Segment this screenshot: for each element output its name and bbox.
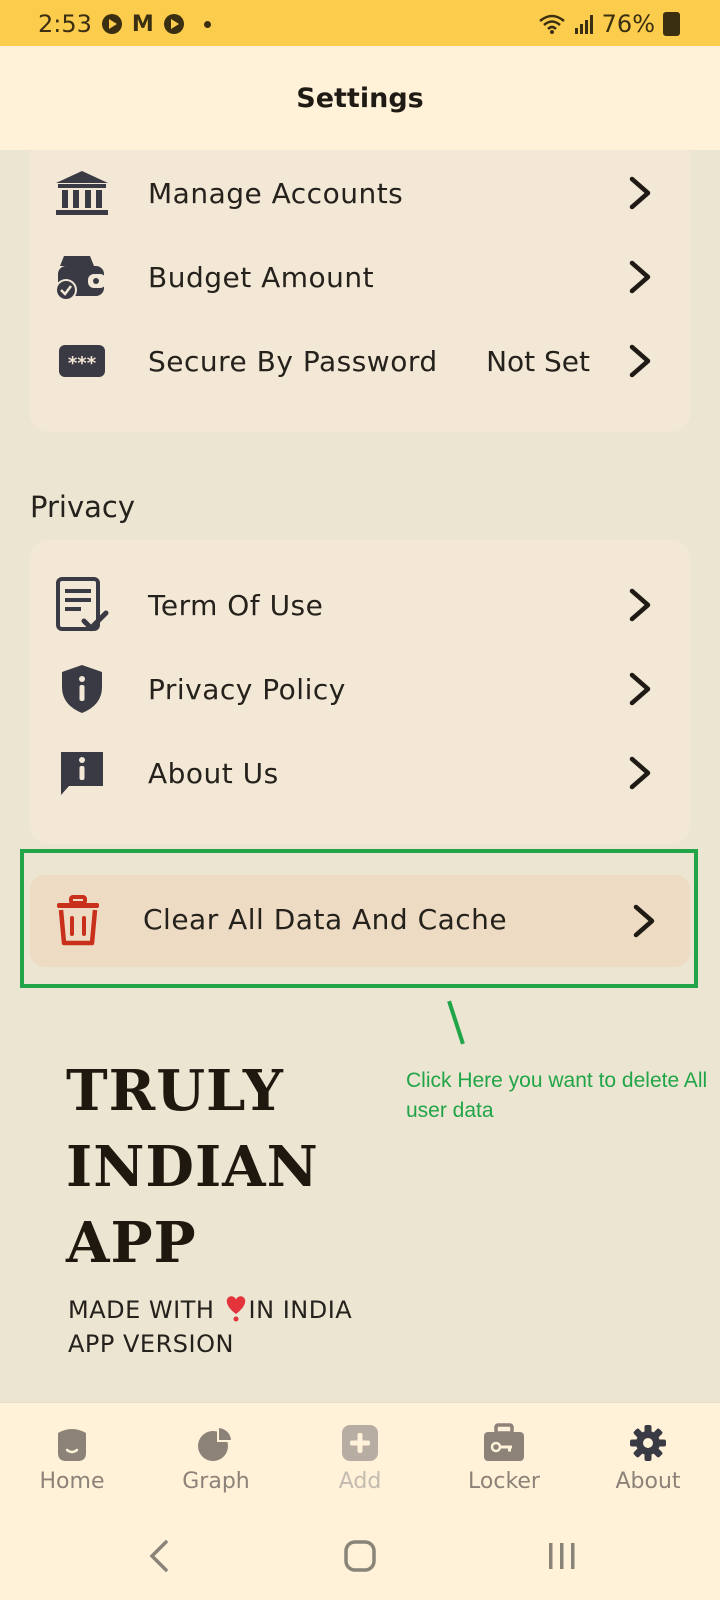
status-time: 2:53 — [38, 10, 92, 38]
wallet-icon — [54, 249, 110, 305]
status-bar: 2:53 M 76% — [0, 0, 720, 46]
chevron-right-icon — [629, 176, 651, 210]
play-notification-icon — [101, 14, 122, 34]
heart-icon — [226, 1296, 245, 1322]
nav-about-label: About — [615, 1469, 681, 1494]
battery-icon — [663, 12, 680, 36]
add-icon — [342, 1425, 378, 1461]
nav-graph[interactable]: Graph — [144, 1403, 288, 1513]
system-navigation-bar — [0, 1512, 720, 1600]
settings-item-manage-accounts[interactable]: Manage Accounts — [30, 150, 690, 236]
svg-text:***: *** — [68, 353, 97, 374]
nav-home-label: Home — [39, 1469, 105, 1494]
app-header: Settings — [0, 46, 720, 150]
settings-item-label: Manage Accounts — [148, 176, 404, 210]
briefcase-icon — [484, 1423, 524, 1461]
annotation-text: Click Here you want to delete All user d… — [406, 1069, 708, 1122]
settings-item-about-us[interactable]: About Us — [30, 730, 690, 816]
settings-item-label: Privacy Policy — [148, 672, 346, 706]
settings-item-label: Term Of Use — [148, 588, 324, 622]
recents-icon[interactable] — [540, 1534, 584, 1578]
brand-line-2: INDIAN — [66, 1134, 319, 1200]
pie-chart-icon — [198, 1425, 234, 1461]
nav-graph-label: Graph — [182, 1469, 250, 1494]
made-with-suffix: IN INDIA — [248, 1296, 353, 1324]
settings-item-term-of-use[interactable]: Term Of Use — [30, 562, 690, 648]
settings-item-label: Budget Amount — [148, 260, 375, 294]
status-right: 76% — [538, 10, 680, 38]
annotation-line — [447, 1000, 465, 1045]
chevron-right-icon — [629, 260, 651, 294]
privacy-section-title: Privacy — [30, 490, 135, 524]
settings-item-label: Secure By Password — [148, 344, 438, 378]
document-check-icon — [54, 577, 110, 633]
general-settings-card: Manage Accounts Budget Amount *** Secure… — [30, 150, 690, 432]
settings-item-budget-amount[interactable]: Budget Amount — [30, 234, 690, 320]
privacy-card: Term Of Use Privacy Policy About Us — [30, 540, 690, 844]
info-chat-icon — [54, 745, 110, 801]
clear-data-button[interactable]: Clear All Data And Cache — [30, 875, 690, 967]
nav-add-label: Add — [338, 1469, 382, 1494]
back-icon[interactable] — [138, 1534, 182, 1578]
signal-icon — [574, 15, 593, 34]
shield-icon — [54, 661, 110, 717]
play-notification-icon-2 — [163, 14, 184, 34]
wifi-icon — [538, 14, 565, 34]
password-status-value: Not Set — [486, 344, 590, 378]
more-notifications-icon — [203, 20, 211, 28]
trash-icon — [50, 893, 106, 949]
bank-icon — [54, 165, 110, 221]
made-with-prefix: MADE WITH — [68, 1296, 223, 1324]
page-title: Settings — [296, 82, 424, 114]
status-left: 2:53 M — [38, 10, 211, 38]
chevron-right-icon — [629, 672, 651, 706]
password-icon: *** — [54, 333, 110, 389]
clear-data-label: Clear All Data And Cache — [143, 903, 508, 936]
settings-item-label: About Us — [148, 756, 279, 790]
made-with-text: MADE WITH IN INDIA — [68, 1294, 352, 1324]
chevron-right-icon — [629, 344, 651, 378]
chevron-right-icon — [633, 904, 655, 938]
home-icon — [58, 1429, 86, 1461]
chevron-right-icon — [629, 756, 651, 790]
nav-locker-label: Locker — [468, 1469, 540, 1494]
brand-line-3: APP — [66, 1210, 197, 1276]
app-version-text: APP VERSION — [68, 1330, 234, 1358]
brand-line-1: TRULY — [66, 1058, 284, 1124]
nav-locker[interactable]: Locker — [432, 1403, 576, 1513]
mail-notification-icon: M — [131, 11, 154, 37]
settings-item-secure-by-password[interactable]: *** Secure By Password Not Set — [30, 318, 690, 404]
nav-about[interactable]: About — [576, 1403, 720, 1513]
chevron-right-icon — [629, 588, 651, 622]
nav-home[interactable]: Home — [0, 1403, 144, 1513]
home-button-icon[interactable] — [338, 1534, 382, 1578]
gear-icon — [630, 1425, 666, 1461]
bottom-navigation: Home Graph Add Locker About — [0, 1402, 720, 1513]
nav-add[interactable]: Add — [288, 1403, 432, 1513]
settings-item-privacy-policy[interactable]: Privacy Policy — [30, 646, 690, 732]
battery-percent: 76% — [601, 10, 655, 38]
